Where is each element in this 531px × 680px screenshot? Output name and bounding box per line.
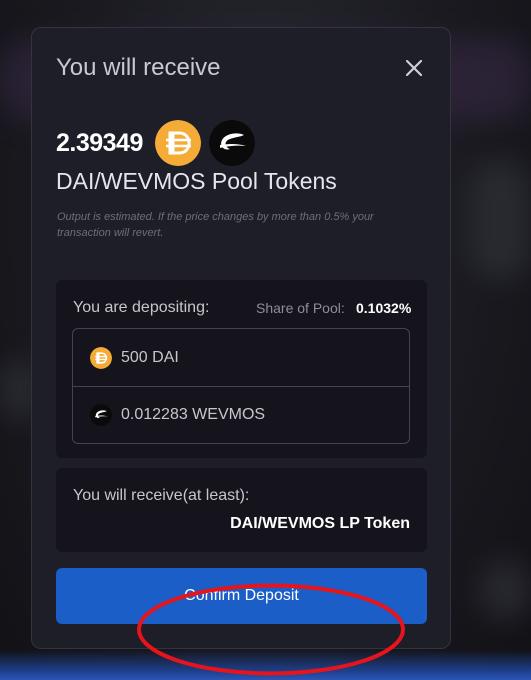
deposit-assets-list: 500 DAI 0.012283 WEVMOS (72, 328, 410, 444)
dai-icon (154, 120, 201, 166)
backdrop-blur (470, 160, 531, 280)
close-icon[interactable] (402, 56, 426, 80)
modal-title: You will receive (56, 54, 221, 81)
backdrop-bottom-bar (0, 650, 531, 680)
deposit-asset-amount: 0.012283 WEVMOS (121, 405, 266, 423)
receive-at-least-label: You will receive(at least): (73, 487, 250, 504)
slippage-disclaimer: Output is estimated. If the price change… (57, 211, 374, 239)
wevmos-icon (208, 120, 255, 166)
backdrop-blur (480, 560, 531, 620)
wevmos-icon (90, 403, 112, 426)
amount-row: 2.39349 (56, 120, 255, 166)
deposit-asset-row: 0.012283 WEVMOS (73, 386, 409, 443)
depositing-label: You are depositing: (73, 299, 210, 316)
receive-summary: You will receive(at least): DAI/WEVMOS L… (56, 468, 427, 552)
receive-modal: You will receive 2.39349 DAI/WEVMOS Pool… (31, 27, 451, 676)
share-of-pool-value: 0.1032% (356, 300, 412, 316)
pool-token-name: DAI/WEVMOS Pool Tokens (56, 168, 337, 194)
receive-token-name: DAI/WEVMOS LP Token (230, 515, 410, 532)
deposit-summary: You are depositing: Share of Pool: 0.103… (56, 280, 427, 458)
confirm-deposit-button[interactable]: Confirm Deposit (56, 568, 427, 624)
dai-icon (90, 346, 112, 369)
lp-amount: 2.39349 (56, 128, 143, 157)
share-of-pool-label: Share of Pool: (256, 300, 345, 316)
deposit-asset-row: 500 DAI (73, 329, 409, 387)
deposit-asset-amount: 500 DAI (121, 348, 179, 366)
